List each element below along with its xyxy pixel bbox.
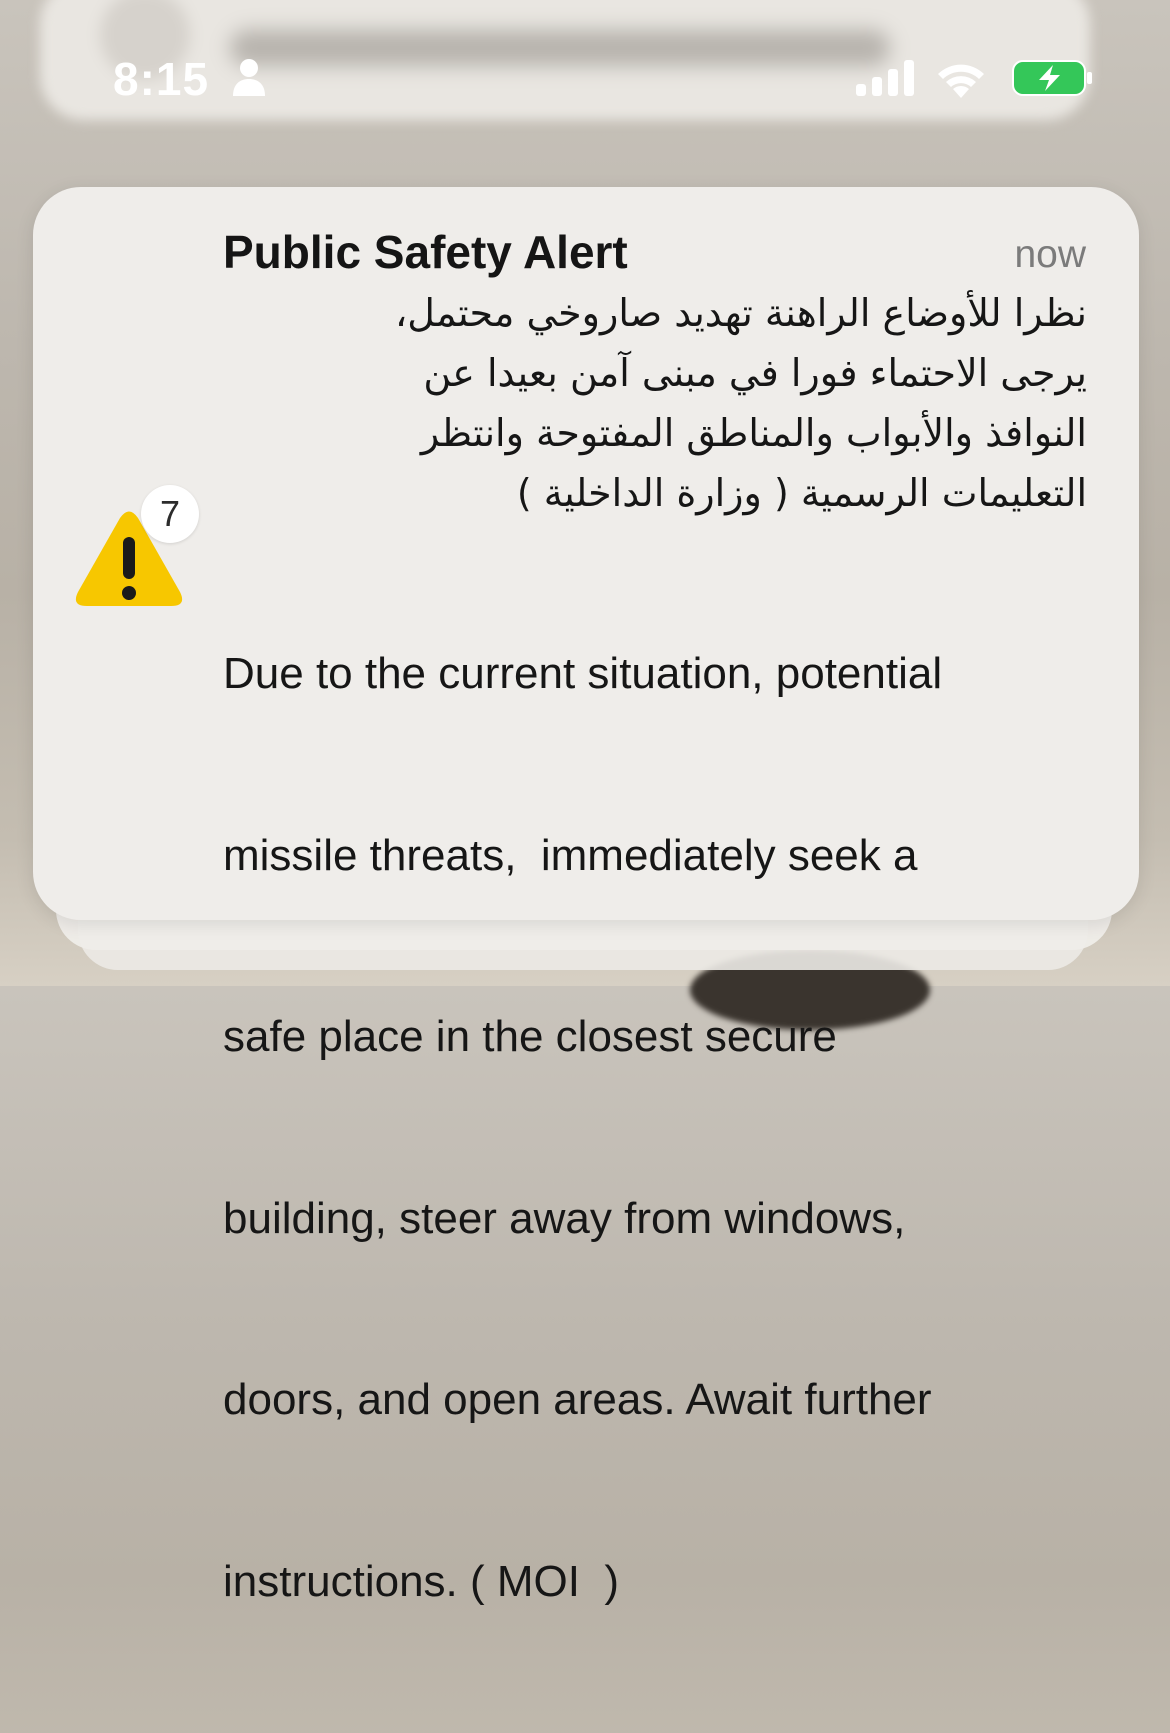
arabic-line: يرجى الاحتماء فورا في مبنى آمن بعيدا عن [423,351,1087,395]
english-line: instructions. ( MOI ) [223,1556,620,1606]
status-time: 8:15 [113,53,210,105]
arabic-line: نظرا للأوضاع الراهنة تهديد صاروخي محتمل، [395,291,1087,335]
cellular-signal-icon [856,60,914,96]
battery-charging-icon [1012,60,1092,96]
english-line: building, steer away from windows, [223,1193,906,1243]
public-safety-alert-notification[interactable]: 7 Public Safety Alert now نظرا للأوضاع ا… [33,187,1139,1606]
person-icon [233,59,265,96]
notification-title: Public Safety Alert [223,226,628,278]
wifi-icon [938,64,984,98]
english-line: missile threats, immediately seek a [223,830,918,880]
status-bar: 8:15 [0,0,1170,150]
notification-body-arabic: نظرا للأوضاع الراهنة تهديد صاروخي محتمل،… [223,283,1087,523]
arabic-line: النوافذ والأبواب والمناطق المفتوحة وانتظ… [420,411,1087,455]
notification-timestamp: now [1014,233,1086,276]
english-line: doors, and open areas. Await further [223,1375,932,1424]
english-line: Due to the current situation, potential [223,649,943,698]
arabic-line: التعليمات الرسمية ( وزارة الداخلية ) [516,471,1087,515]
english-line: safe place in the closest secure [223,1012,837,1061]
notification-count-badge: 7 [141,485,199,543]
notification-body-english: Due to the current situation, potential … [223,523,1103,1733]
